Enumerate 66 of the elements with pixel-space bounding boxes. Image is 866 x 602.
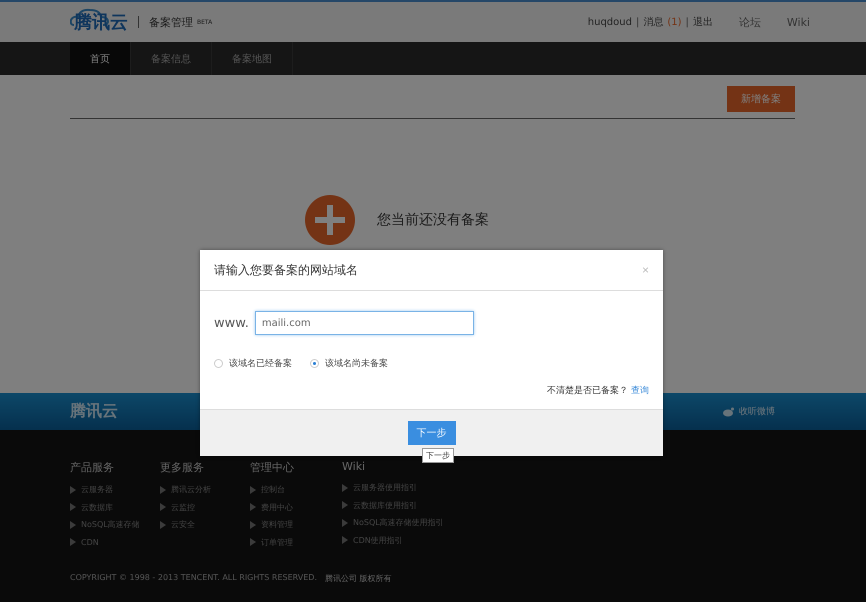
message-count: (1) xyxy=(667,16,682,28)
messages-link[interactable]: 消息 xyxy=(643,15,664,29)
nav-tab[interactable]: 首页 xyxy=(70,42,131,75)
footer-logo[interactable]: 腾讯云 xyxy=(70,401,118,422)
chevron-icon xyxy=(250,486,256,494)
footer-link[interactable]: NoSQL高速存储使用指引 xyxy=(342,514,542,532)
footer-heading: 产品服务 xyxy=(70,460,115,475)
footer-link[interactable]: 云数据库使用指引 xyxy=(342,496,542,514)
header-link[interactable]: Wiki xyxy=(786,16,810,28)
footer-link[interactable]: 云安全 xyxy=(160,516,250,534)
radio-label: 该域名尚未备案 xyxy=(325,357,388,370)
query-link[interactable]: 查询 xyxy=(631,384,649,397)
chevron-icon xyxy=(342,518,348,527)
separator: | xyxy=(636,16,640,28)
next-button[interactable]: 下一步 xyxy=(408,421,456,445)
hint-text: 不清楚是否已备案？ xyxy=(547,384,628,397)
chevron-icon xyxy=(250,538,256,546)
footer-link[interactable]: 云服务器 xyxy=(70,481,160,498)
chevron-icon xyxy=(250,520,256,529)
footer-link[interactable]: 云服务器使用指引 xyxy=(342,479,542,496)
footer-link[interactable]: 订单管理 xyxy=(250,534,342,551)
footer-link[interactable]: 控制台 xyxy=(250,481,342,498)
radio-button[interactable] xyxy=(310,359,319,368)
chevron-icon xyxy=(160,486,166,494)
footer-heading: 更多服务 xyxy=(160,460,205,475)
chevron-icon xyxy=(160,520,166,529)
chevron-icon xyxy=(342,501,348,510)
radio-label: 该域名已经备案 xyxy=(229,357,292,370)
chevron-icon xyxy=(70,503,76,512)
plus-circle-icon xyxy=(305,195,355,245)
chevron-icon xyxy=(70,538,76,546)
copyright-text: COPYRIGHT © 1998 - 2013 TENCENT. ALL RIGHTS RESERVED. xyxy=(70,573,317,584)
weibo-link[interactable]: 收听微博 xyxy=(723,405,775,418)
dialog-title: 请输入您要备案的网站域名 xyxy=(214,262,358,278)
product-title: 备案管理 xyxy=(149,14,193,30)
footer-link[interactable]: 费用中心 xyxy=(250,498,342,516)
separator: | xyxy=(686,16,689,28)
username: huqdoud xyxy=(588,16,632,28)
weibo-icon xyxy=(723,406,735,416)
chevron-icon xyxy=(70,520,76,529)
footer-link[interactable]: 云监控 xyxy=(160,498,250,516)
footer-heading: Wiki xyxy=(342,460,366,473)
chevron-icon xyxy=(342,536,348,544)
domain-prefix: www. xyxy=(214,316,249,330)
footer-link[interactable]: 云数据库 xyxy=(70,498,160,516)
header-link[interactable]: 论坛 xyxy=(738,14,761,30)
footer-link[interactable]: 腾讯云分析 xyxy=(160,481,250,498)
empty-message: 您当前还没有备案 xyxy=(377,211,489,229)
beta-label: BETA xyxy=(197,18,212,26)
logo[interactable]: 腾讯云 xyxy=(74,10,128,34)
tooltip: 下一步 xyxy=(422,448,454,463)
footer-link[interactable]: CDN使用指引 xyxy=(342,532,542,549)
add-filing-button[interactable]: 新增备案 xyxy=(727,86,795,112)
close-button[interactable]: × xyxy=(642,263,649,277)
footer-link[interactable]: NoSQL高速存储 xyxy=(70,516,160,534)
domain-field[interactable]: maili.com xyxy=(254,311,474,335)
logout-link[interactable]: 退出 xyxy=(692,15,713,29)
footer-link[interactable]: CDN xyxy=(70,534,160,551)
footer-link[interactable]: 资料管理 xyxy=(250,516,342,534)
company-text: 腾讯公司 版权所有 xyxy=(325,573,392,584)
chevron-icon xyxy=(70,486,76,494)
footer-heading: 管理中心 xyxy=(250,460,295,475)
chevron-icon xyxy=(342,484,348,492)
chevron-icon xyxy=(160,503,166,512)
radio-button[interactable] xyxy=(214,359,223,368)
chevron-icon xyxy=(250,503,256,512)
